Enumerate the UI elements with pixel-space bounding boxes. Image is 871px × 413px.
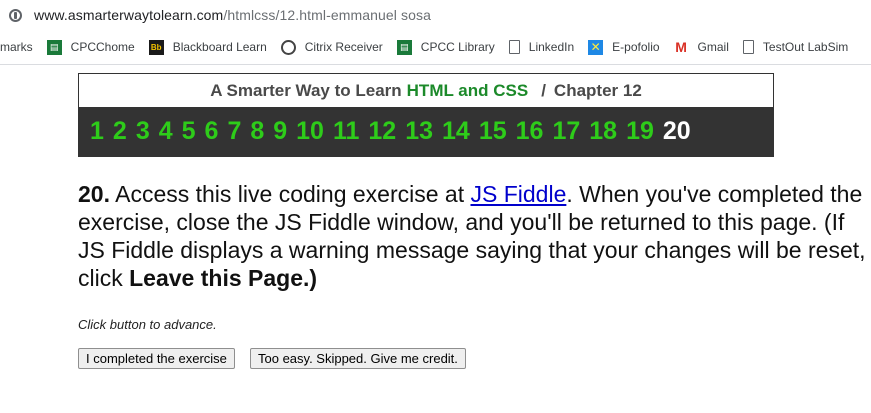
exercise-link-5[interactable]: 5	[182, 117, 196, 146]
advance-hint: Click button to advance.	[78, 317, 217, 332]
green-page-icon: ▤	[46, 39, 62, 55]
chapter-title: A Smarter Way to Learn HTML and CSS / Ch…	[79, 74, 773, 107]
bookmark-testout[interactable]: TestOut LabSim	[742, 40, 849, 54]
url-path: /htmlcss/12.html-emmanuel sosa	[223, 7, 431, 23]
bookmark-eportfolio[interactable]: ✕ E-pofolio	[588, 39, 660, 55]
bookmark-label: Blackboard Learn	[172, 40, 267, 54]
bookmark-label: CPCChome	[70, 40, 135, 54]
exercise-number-bar: 1 2 3 4 5 6 7 8 9 10 11 12 13 14 15 16 17 18 19 20	[79, 107, 773, 156]
gmail-icon: M	[675, 39, 687, 55]
exercise-link-4[interactable]: 4	[159, 117, 173, 146]
bookmark-blackboard[interactable]: Bb Blackboard Learn	[148, 39, 267, 55]
page-icon	[508, 40, 520, 54]
exercise-link-11[interactable]: 11	[333, 117, 359, 146]
skip-exercise-button[interactable]: Too easy. Skipped. Give me credit.	[250, 348, 466, 369]
green-page-icon: ▤	[396, 39, 412, 55]
exercise-link-19[interactable]: 19	[626, 117, 654, 146]
address-bar[interactable]: www.asmarterwaytolearn.com/htmlcss/12.ht…	[0, 0, 871, 30]
bookmark-label: LinkedIn	[528, 40, 575, 54]
exercise-link-14[interactable]: 14	[442, 117, 470, 146]
bookmark-marks[interactable]: marks	[0, 40, 33, 54]
exercise-link-15[interactable]: 15	[479, 117, 507, 146]
bookmark-linkedin[interactable]: LinkedIn	[508, 40, 575, 54]
bookmark-label: TestOut LabSim	[762, 40, 849, 54]
instruction-text: Access this live coding exercise at	[109, 181, 471, 207]
exercise-link-10[interactable]: 10	[296, 117, 324, 146]
url-host: www.asmarterwaytolearn.com	[34, 7, 224, 23]
title-separator: /	[541, 80, 546, 100]
exercise-link-13[interactable]: 13	[405, 117, 433, 146]
bookmark-label: Citrix Receiver	[304, 40, 383, 54]
exercise-link-6[interactable]: 6	[205, 117, 219, 146]
exercise-link-20[interactable]: 20	[663, 117, 691, 146]
exercise-link-1[interactable]: 1	[90, 117, 104, 146]
page-icon	[742, 40, 754, 54]
completed-exercise-button[interactable]: I completed the exercise	[78, 348, 235, 369]
bookmark-cpcc-library[interactable]: ▤ CPCC Library	[396, 39, 495, 55]
bookmark-label: CPCC Library	[420, 40, 495, 54]
exercise-link-9[interactable]: 9	[273, 117, 287, 146]
bookmark-citrix[interactable]: Citrix Receiver	[280, 39, 383, 55]
bookmark-label: E-pofolio	[612, 40, 660, 54]
bb-icon: Bb	[148, 39, 164, 55]
js-fiddle-link[interactable]: JS Fiddle	[470, 181, 566, 207]
leave-page-text: Leave this Page.)	[129, 265, 318, 291]
x-icon: ✕	[588, 39, 604, 55]
bookmarks-bar: marks ▤ CPCChome Bb Blackboard Learn Cit…	[0, 30, 871, 65]
exercise-link-8[interactable]: 8	[250, 117, 264, 146]
bookmark-label: marks	[0, 40, 33, 54]
exercise-link-2[interactable]: 2	[113, 117, 127, 146]
exercise-link-18[interactable]: 18	[589, 117, 617, 146]
chapter-label: Chapter 12	[553, 80, 642, 100]
citrix-icon	[280, 39, 296, 55]
exercise-link-17[interactable]: 17	[552, 117, 580, 146]
exercise-link-7[interactable]: 7	[227, 117, 241, 146]
url-text[interactable]: www.asmarterwaytolearn.com/htmlcss/12.ht…	[34, 7, 431, 23]
book-subject: HTML and CSS	[406, 80, 529, 100]
bookmark-label: Gmail	[697, 40, 729, 54]
bookmark-gmail[interactable]: M Gmail	[674, 39, 729, 55]
chapter-navigation: A Smarter Way to Learn HTML and CSS / Ch…	[78, 73, 774, 157]
exercise-instructions: 20. Access this live coding exercise at …	[78, 180, 868, 292]
book-title: A Smarter Way to Learn	[210, 80, 402, 100]
exercise-link-12[interactable]: 12	[368, 117, 396, 146]
bookmark-cpcchome[interactable]: ▤ CPCChome	[46, 39, 135, 55]
exercise-link-3[interactable]: 3	[136, 117, 150, 146]
exercise-number: 20.	[78, 181, 110, 207]
exercise-link-16[interactable]: 16	[516, 117, 544, 146]
site-info-icon[interactable]	[9, 8, 22, 22]
